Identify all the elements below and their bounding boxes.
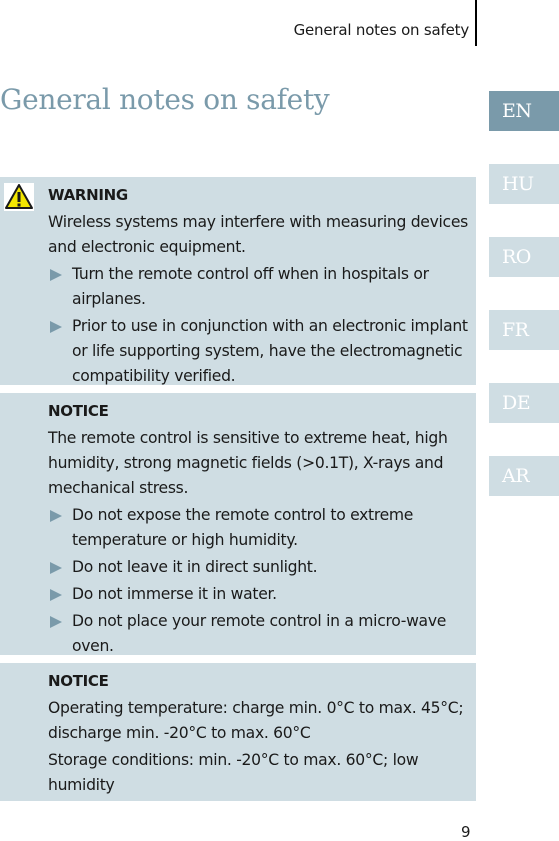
warning-bullet-list: Turn the remote control off when in hosp…: [48, 262, 468, 389]
triangle-bullet-icon: [50, 616, 62, 628]
bullet-text: Do not expose the remote control to extr…: [72, 506, 414, 549]
warning-text: Wireless systems may interfere with meas…: [48, 213, 468, 256]
notice-text: The remote control is sensitive to extre…: [48, 429, 448, 497]
notice-box-temperature: NOTICE Operating temperature: charge min…: [0, 663, 476, 801]
triangle-bullet-icon: [50, 562, 62, 574]
list-item: Do not expose the remote control to extr…: [48, 503, 468, 553]
warning-triangle-icon: [4, 183, 34, 211]
bullet-text: Turn the remote control off when in hosp…: [72, 265, 429, 308]
triangle-bullet-icon: [50, 269, 62, 281]
bullet-text: Prior to use in conjunction with an elec…: [72, 317, 468, 385]
list-item: Do not leave it in direct sunlight.: [48, 555, 468, 580]
page-title: General notes on safety: [0, 83, 330, 116]
tab-fr[interactable]: FR: [489, 310, 559, 350]
page-number: 9: [461, 823, 471, 841]
operating-temperature-text: Operating temperature: charge min. 0°C t…: [48, 699, 464, 742]
storage-conditions-text: Storage conditions: min. -20°C to max. 6…: [48, 751, 419, 794]
language-tabs: EN HU RO FR DE AR: [489, 91, 559, 529]
notice-box-handling: NOTICE The remote control is sensitive t…: [0, 393, 476, 655]
triangle-bullet-icon: [50, 589, 62, 601]
list-item: Do not place your remote control in a mi…: [48, 609, 468, 659]
tab-en[interactable]: EN: [489, 91, 559, 131]
notice-bullet-list: Do not expose the remote control to extr…: [48, 503, 468, 659]
list-item: Do not immerse it in water.: [48, 582, 468, 607]
tab-de[interactable]: DE: [489, 383, 559, 423]
warning-box: WARNING Wireless systems may interfere w…: [0, 177, 476, 385]
bullet-text: Do not place your remote control in a mi…: [72, 612, 447, 655]
running-header: General notes on safety: [293, 21, 470, 39]
tab-ar[interactable]: AR: [489, 456, 559, 496]
triangle-bullet-icon: [50, 510, 62, 522]
header-rule: [475, 0, 477, 46]
bullet-text: Do not leave it in direct sunlight.: [72, 558, 318, 576]
list-item: Prior to use in conjunction with an elec…: [48, 314, 468, 389]
list-item: Turn the remote control off when in hosp…: [48, 262, 468, 312]
warning-heading: WARNING: [48, 186, 128, 204]
triangle-bullet-icon: [50, 321, 62, 333]
notice-heading: NOTICE: [48, 402, 109, 420]
tab-ro[interactable]: RO: [489, 237, 559, 277]
tab-hu[interactable]: HU: [489, 164, 559, 204]
notice-heading: NOTICE: [48, 672, 109, 690]
bullet-text: Do not immerse it in water.: [72, 585, 277, 603]
